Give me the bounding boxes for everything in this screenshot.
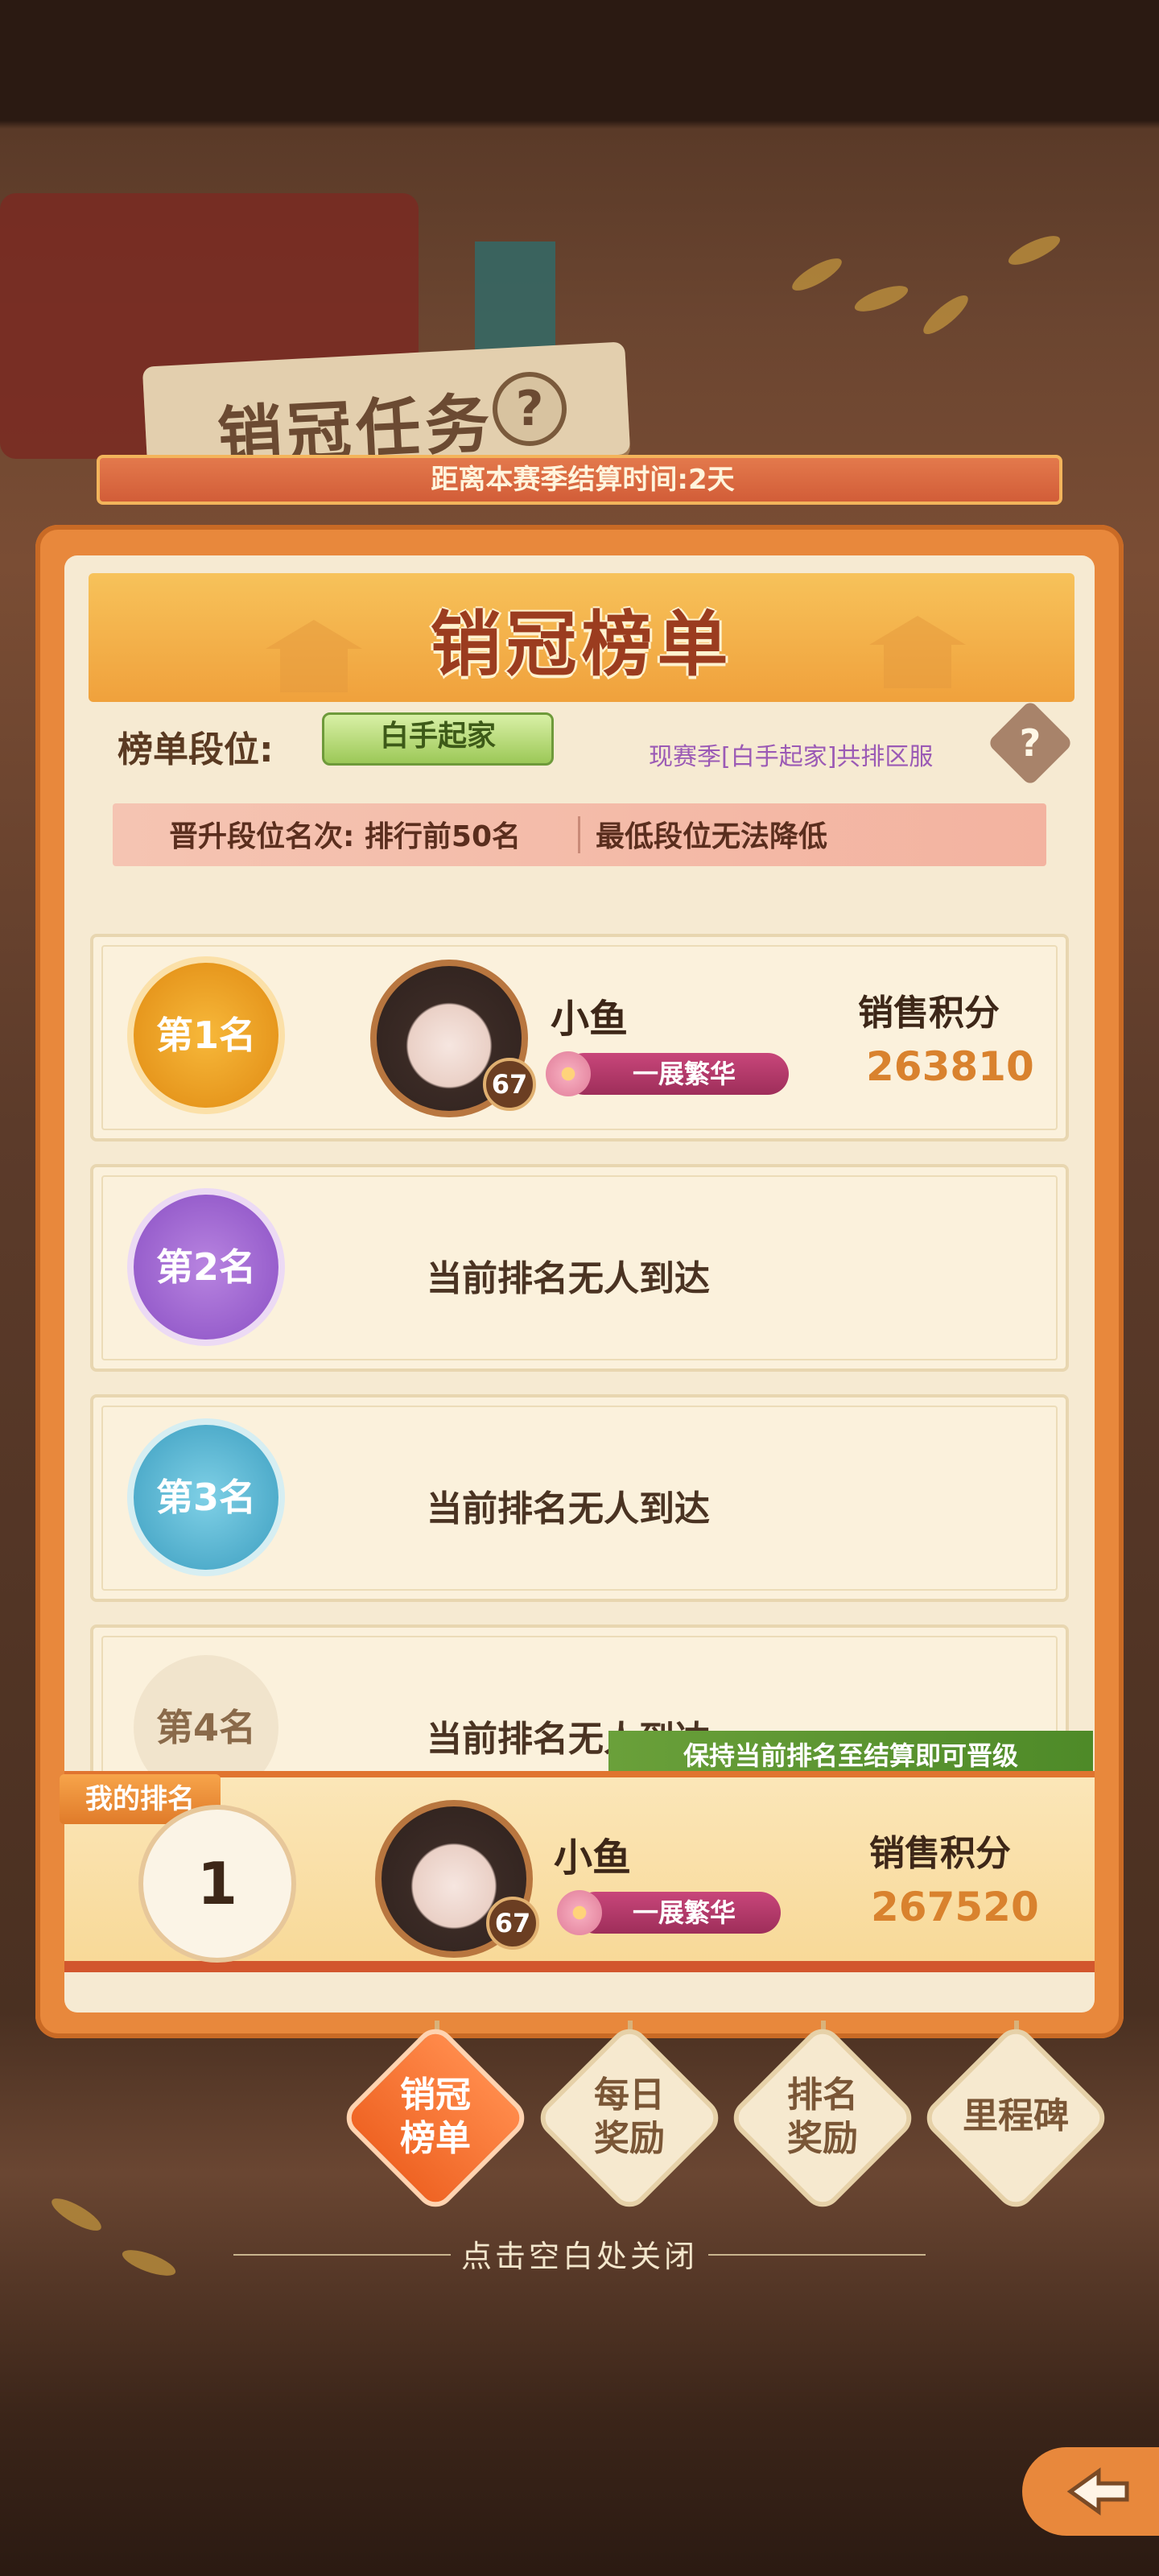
medal-rank-2: 第2名	[134, 1195, 278, 1340]
medal-rank-1: 第1名	[134, 963, 278, 1108]
score-value: 263810	[866, 1043, 1034, 1090]
close-hint-text: 点击空白处关闭	[460, 2239, 698, 2274]
question-icon[interactable]: ?	[1000, 712, 1061, 774]
player-title-text: 一展繁华	[632, 1897, 736, 1928]
tab-sales-ranking-label[interactable]: 销冠 榜单	[347, 2074, 524, 2161]
season-countdown-text: 距离本赛季结算时间:2天	[431, 464, 735, 496]
back-arrow-icon[interactable]	[1022, 2447, 1159, 2536]
player-level: 67	[483, 1058, 536, 1111]
divider	[578, 816, 580, 853]
tab-daily-rewards-label[interactable]: 每日 奖励	[541, 2074, 718, 2161]
tab-milestones-label[interactable]: 里程碑	[927, 2095, 1104, 2138]
season-countdown-banner: 距离本赛季结算时间:2天	[97, 455, 1062, 505]
tier-note: 现赛季[白手起家]共排区服	[649, 743, 934, 771]
player-level: 67	[486, 1897, 539, 1950]
player-title-text: 一展繁华	[632, 1059, 736, 1089]
score-label: 销售积分	[858, 993, 1000, 1034]
question-icon: ?	[493, 372, 567, 446]
empty-rank-text: 当前排名无人到达	[427, 1258, 710, 1299]
back-button[interactable]	[1022, 2447, 1159, 2536]
leaderboard-title: 销冠榜单	[430, 603, 733, 686]
tab-rank-rewards-label[interactable]: 排名 奖励	[734, 2074, 911, 2161]
medal-rank-3: 第3名	[134, 1425, 278, 1570]
empty-rank-text: 当前排名无人到达	[427, 1488, 710, 1530]
score-value: 267520	[871, 1884, 1039, 1930]
score-label: 销售积分	[869, 1833, 1011, 1874]
demotion-rule-text: 最低段位无法降低	[596, 820, 828, 853]
tier-badge-text: 白手起家	[379, 720, 496, 753]
my-rank-number: 1	[138, 1805, 296, 1963]
player-name: 小鱼	[554, 1835, 632, 1880]
flower-icon	[546, 1051, 591, 1096]
tier-label: 榜单段位:	[118, 729, 274, 770]
promotion-rule-text: 晋升段位名次: 排行前50名	[169, 820, 522, 853]
player-name: 小鱼	[551, 997, 629, 1042]
